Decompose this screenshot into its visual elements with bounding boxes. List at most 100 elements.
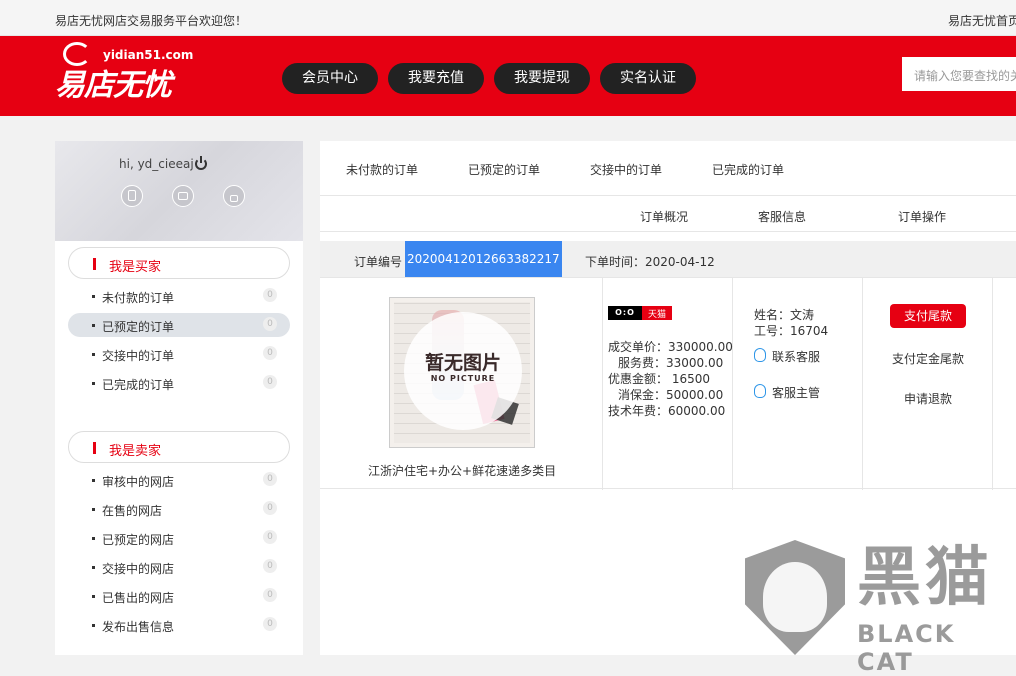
sidebar-item-label: 已预定的订单 <box>102 320 175 334</box>
watermark-subtext: BLACK CAT <box>857 620 956 676</box>
tech-fee: 技术年费：60000.00 <box>608 404 726 418</box>
sidebar-item-label: 发布出售信息 <box>102 620 175 634</box>
product-image[interactable]: 暂无图片 NO PICTURE <box>389 297 535 448</box>
contact-service-link[interactable]: 联系客服 <box>772 348 820 365</box>
nav-withdraw[interactable]: 我要提现 <box>494 63 590 94</box>
tab-handover[interactable]: 交接中的订单 <box>590 161 662 178</box>
sidebar-item-handover[interactable]: 交接中的订单 0 <box>68 342 290 366</box>
divider <box>602 278 603 490</box>
pay-balance-button[interactable]: 支付尾款 <box>890 304 966 328</box>
sidebar-item-shop-handover[interactable]: 交接中的网店 0 <box>68 555 290 579</box>
pay-deposit-link[interactable]: 支付定金尾款 <box>892 350 964 367</box>
bullet <box>92 508 95 511</box>
tab-unpaid[interactable]: 未付款的订单 <box>346 161 418 178</box>
sidebar-item-label: 在售的网店 <box>102 504 163 518</box>
power-icon[interactable] <box>195 156 207 170</box>
buyer-section[interactable]: 我是买家 <box>68 247 290 279</box>
user-box: hi, yd_cieeaj <box>55 141 303 241</box>
refund-link[interactable]: 申请退款 <box>904 390 952 407</box>
product-name[interactable]: 江浙沪住宅+办公+鲜花速递多类目 <box>368 462 556 479</box>
sidebar-item-publish[interactable]: 发布出售信息 0 <box>68 613 290 637</box>
order-number[interactable]: 20200412012663382217 <box>405 241 562 277</box>
order-tabs: 未付款的订单 已预定的订单 交接中的订单 已完成的订单 <box>320 141 1016 196</box>
seller-section[interactable]: 我是卖家 <box>68 431 290 463</box>
search-input[interactable]: 请输入您要查找的关键词 <box>902 57 1016 91</box>
sidebar-item-sold[interactable]: 已售出的网店 0 <box>68 584 290 608</box>
bullet <box>92 295 95 298</box>
order-row: 暂无图片 NO PICTURE 江浙沪住宅+办公+鲜花速递多类目 O:O 天猫 … <box>320 277 1016 490</box>
sidebar-item-reviewing[interactable]: 审核中的网店 0 <box>68 468 290 492</box>
tab-completed[interactable]: 已完成的订单 <box>712 161 784 178</box>
platform-label: 天猫 <box>648 310 667 320</box>
column-header: 订单概况 客服信息 订单操作 <box>320 196 1016 232</box>
no-picture-subtext: NO PICTURE <box>430 374 496 383</box>
section-marker <box>93 258 96 270</box>
count-badge: 0 <box>263 501 277 515</box>
bullet <box>92 537 95 540</box>
user-greeting: hi, yd_cieeaj <box>119 157 194 171</box>
sidebar: hi, yd_cieeaj 我是买家 未付款的订单 0 已预定的订单 0 交接中… <box>55 141 303 655</box>
bullet <box>92 324 95 327</box>
count-badge: 0 <box>263 530 277 544</box>
service-name: 姓名：文涛 <box>754 308 815 322</box>
tab-reserved[interactable]: 已预定的订单 <box>468 161 540 178</box>
sidebar-item-completed[interactable]: 已完成的订单 0 <box>68 371 290 395</box>
section-marker <box>93 442 96 454</box>
top-bar: 易店无忧网店交易服务平台欢迎您！ 易店无忧首页 <box>0 0 1016 36</box>
order-header: 订单编号 20200412012663382217 下单时间：2020-04-1… <box>320 241 1016 277</box>
count-badge: 0 <box>263 317 277 331</box>
logo-name: 易店无忧 <box>55 68 172 103</box>
col-overview: 订单概况 <box>640 210 689 224</box>
search-placeholder: 请输入您要查找的关键词 <box>914 69 1016 83</box>
tmall-icon: O:O <box>608 306 642 320</box>
col-service: 客服信息 <box>758 210 807 224</box>
count-badge: 0 <box>263 375 277 389</box>
bullet <box>92 624 95 627</box>
nav-member-center[interactable]: 会员中心 <box>282 63 378 94</box>
count-badge: 0 <box>263 288 277 302</box>
site-logo[interactable]: yidian51.com 易店无忧 <box>55 42 195 103</box>
email-icon[interactable] <box>172 185 194 207</box>
qq-icon <box>754 348 766 362</box>
deal-price: 成交单价：330000.00 <box>608 340 733 354</box>
bullet <box>92 566 95 569</box>
bullet <box>92 479 95 482</box>
sidebar-item-label: 已完成的订单 <box>102 378 175 392</box>
watermark-text: 黑猫 <box>857 541 993 615</box>
count-badge: 0 <box>263 588 277 602</box>
nav-verify[interactable]: 实名认证 <box>600 63 696 94</box>
tmall-badge: O:O 天猫 <box>608 306 672 320</box>
sidebar-item-label: 审核中的网店 <box>102 475 175 489</box>
sidebar-item-reserved[interactable]: 已预定的订单 0 <box>68 313 290 337</box>
qq-icon <box>754 384 766 398</box>
service-manager-link[interactable]: 客服主管 <box>772 384 820 401</box>
discount: 优惠金额： 16500 <box>608 372 710 386</box>
welcome-text: 易店无忧网店交易服务平台欢迎您！ <box>55 14 248 28</box>
sidebar-item-unpaid[interactable]: 未付款的订单 0 <box>68 284 290 308</box>
phone-icon[interactable] <box>121 185 143 207</box>
count-badge: 0 <box>263 559 277 573</box>
sidebar-item-label: 已售出的网店 <box>102 591 175 605</box>
deposit: 消保金：50000.00 <box>618 388 724 402</box>
bullet <box>92 382 95 385</box>
sidebar-item-shop-reserved[interactable]: 已预定的网店 0 <box>68 526 290 550</box>
service-id: 工号：16704 <box>754 324 829 338</box>
sidebar-item-label: 未付款的订单 <box>102 291 175 305</box>
divider <box>732 278 733 490</box>
home-link[interactable]: 易店无忧首页 <box>948 12 1016 29</box>
buyer-section-title: 我是买家 <box>109 260 162 275</box>
sidebar-item-on-sale[interactable]: 在售的网店 0 <box>68 497 290 521</box>
lock-icon[interactable] <box>223 185 245 207</box>
count-badge: 0 <box>263 346 277 360</box>
no-picture-text: 暂无图片 <box>424 352 501 374</box>
divider <box>862 278 863 490</box>
count-badge: 0 <box>263 472 277 486</box>
sidebar-item-label: 交接中的订单 <box>102 349 175 363</box>
bullet <box>92 595 95 598</box>
sidebar-item-label: 交接中的网店 <box>102 562 175 576</box>
divider <box>992 278 993 490</box>
order-time: 下单时间：2020-04-12 <box>585 255 715 269</box>
cat-icon <box>763 562 827 632</box>
nav-recharge[interactable]: 我要充值 <box>388 63 484 94</box>
black-cat-watermark: 黑猫 BLACK CAT <box>745 540 1016 676</box>
